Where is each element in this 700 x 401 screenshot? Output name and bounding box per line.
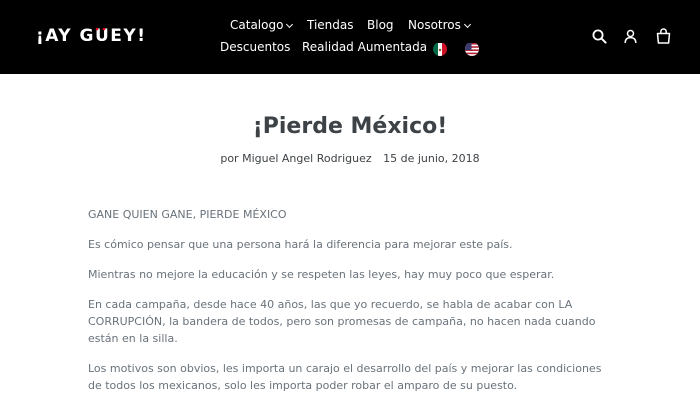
nav-item-nosotros[interactable]: Nosotros — [408, 18, 471, 32]
nav-item-tiendas[interactable]: Tiendas — [307, 18, 354, 32]
article-paragraph: Es cómico pensar que una persona hará la… — [88, 238, 513, 251]
article-paragraph: Mientras no mejore la educación y se res… — [88, 268, 555, 281]
nav-item-catalogo[interactable]: Catalogo — [230, 18, 294, 32]
nav-item-label: Catalogo — [230, 18, 284, 32]
chevron-down-icon — [286, 20, 294, 29]
search-icon[interactable] — [592, 29, 607, 48]
article-paragraph: GANE QUIEN GANE, PIERDE MÉXICO — [88, 208, 287, 221]
nav-item-label: Nosotros — [408, 18, 461, 32]
usa-flag-icon[interactable] — [465, 42, 479, 56]
article-paragraph: Los motivos son obvios, les importa un c… — [88, 362, 602, 392]
user-icon[interactable] — [624, 29, 637, 48]
article-title: ¡Pierde México! — [252, 114, 448, 139]
mexico-flag-icon[interactable] — [433, 42, 447, 56]
article-date: 15 de junio, 2018 — [383, 152, 480, 165]
article-author: por Miguel Angel Rodriguez — [220, 152, 372, 165]
site-header: ¡AY GU EY! Catalogo Tiendas Blog Nosotros… — [0, 0, 700, 74]
nav-item-blog[interactable]: Blog — [367, 18, 394, 32]
nav-item-realidad-aumentada[interactable]: Realidad Aumentada — [302, 40, 427, 54]
article-paragraph: En cada campaña, desde hace 40 años, las… — [88, 298, 596, 345]
article-byline: por Miguel Angel Rodriguez 15 de junio, … — [0, 152, 700, 165]
article-body: GANE QUIEN GANE, PIERDE MÉXICO Es cómico… — [88, 206, 608, 401]
nav-item-descuentos[interactable]: Descuentos — [220, 40, 290, 54]
chevron-down-icon — [463, 20, 471, 29]
cart-icon[interactable] — [656, 28, 671, 48]
